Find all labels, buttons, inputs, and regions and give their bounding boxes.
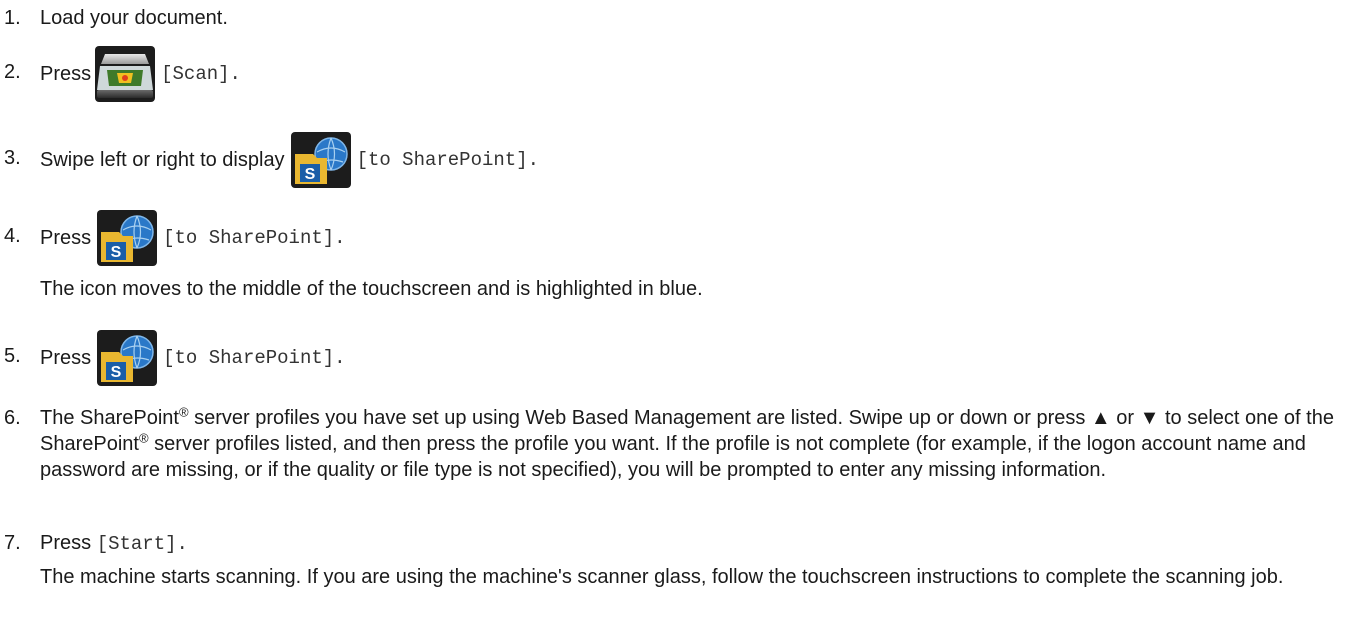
registered-mark: ® bbox=[138, 430, 149, 446]
to-sharepoint-label: [to SharePoint]. bbox=[163, 347, 346, 369]
sharepoint-icon: S bbox=[290, 132, 351, 188]
svg-text:S: S bbox=[111, 364, 122, 381]
step-text: Press [Start]. bbox=[40, 530, 1345, 556]
text-part: server profiles listed, and then press t… bbox=[40, 433, 1306, 481]
step-number: 5. bbox=[4, 345, 21, 367]
step-note: The icon moves to the middle of the touc… bbox=[40, 278, 703, 300]
scanner-icon bbox=[95, 46, 156, 102]
swipe-label: Swipe left or right to display bbox=[40, 148, 285, 171]
step-content: Press S [to SharePoint]. The icon moves … bbox=[40, 210, 703, 302]
registered-mark: ® bbox=[178, 404, 189, 420]
step-text: Press S [to SharePoint]. bbox=[40, 210, 703, 266]
to-sharepoint-label: [to SharePoint]. bbox=[163, 227, 346, 249]
step-number: 6. bbox=[4, 407, 21, 429]
press-label: Press bbox=[40, 62, 92, 85]
step-number: 7. bbox=[4, 532, 21, 554]
press-label: Press bbox=[40, 532, 92, 554]
step-text: The SharePoint® server profiles you have… bbox=[40, 405, 1345, 483]
step-number: 1. bbox=[4, 7, 21, 29]
sharepoint-icon: S bbox=[97, 330, 158, 386]
svg-text:S: S bbox=[304, 166, 315, 183]
press-label: Press bbox=[40, 226, 92, 249]
step-content: Press [Start]. The machine starts scanni… bbox=[40, 530, 1345, 590]
text-part: The SharePoint bbox=[40, 407, 179, 429]
svg-text:S: S bbox=[111, 244, 122, 261]
to-sharepoint-label: [to SharePoint]. bbox=[356, 149, 539, 171]
step-note: The machine starts scanning. If you are … bbox=[40, 566, 1284, 588]
step-text: Load your document. bbox=[40, 7, 228, 29]
step-number: 2. bbox=[4, 61, 21, 83]
step-text: Swipe left or right to display S [to Sha… bbox=[40, 132, 539, 188]
step-number: 4. bbox=[4, 225, 21, 247]
step-text: Press [Scan]. bbox=[40, 46, 241, 102]
sharepoint-icon: S bbox=[97, 210, 158, 266]
step-text: Press S [to SharePoint]. bbox=[40, 330, 346, 386]
step-number: 3. bbox=[4, 147, 21, 169]
scan-label: [Scan]. bbox=[161, 63, 241, 85]
press-label: Press bbox=[40, 346, 92, 369]
start-label: [Start]. bbox=[96, 533, 188, 555]
